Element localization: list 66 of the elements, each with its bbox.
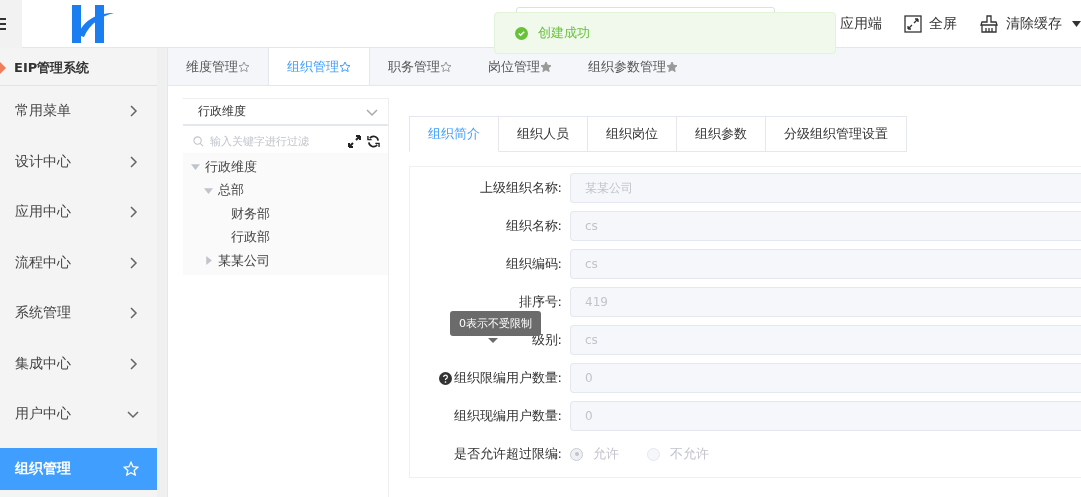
help-icon[interactable] — [438, 371, 452, 385]
tree-node[interactable]: 行政部 — [183, 225, 388, 249]
header-action[interactable]: 清除缓存 — [979, 14, 1062, 33]
radio-label: 不允许 — [670, 445, 709, 463]
search-icon — [193, 136, 204, 147]
expand-icon[interactable] — [348, 135, 361, 148]
chevron-right-icon — [127, 155, 139, 168]
detail-tab[interactable]: 组织岗位 — [588, 116, 677, 152]
radio-button[interactable] — [647, 447, 660, 461]
chevron-right-icon — [127, 307, 139, 320]
field-label: 排序号: — [518, 293, 562, 311]
menu-icon[interactable] — [0, 17, 6, 30]
broom-icon — [979, 14, 999, 33]
field-label: 上级组织名称: — [479, 179, 562, 197]
chevron-right-icon — [127, 357, 139, 370]
tree-node[interactable]: 行政维度 — [183, 155, 388, 179]
field-label: 是否允许超过限编: — [453, 445, 562, 463]
detail-tab[interactable]: 组织参数 — [677, 116, 766, 152]
sidebar-item[interactable]: 系统管理 — [0, 288, 157, 339]
star-icon — [238, 60, 250, 73]
tooltip-arrow — [488, 338, 498, 343]
radio-label: 允许 — [593, 445, 619, 463]
sidebar-item[interactable]: 设计中心 — [0, 136, 157, 187]
check-circle-icon — [515, 26, 528, 40]
caret-down-icon — [204, 185, 213, 195]
field-label: 组织名称: — [505, 217, 562, 235]
page-tab[interactable]: 岗位管理 — [470, 48, 570, 85]
chevron-down-icon — [127, 408, 139, 421]
detail-tab[interactable]: 分级组织管理设置 — [766, 116, 907, 152]
tooltip: 0表示不受限制 — [450, 311, 541, 336]
diamond-icon — [0, 61, 6, 74]
dimension-select[interactable]: 行政维度 — [183, 98, 388, 126]
chevron-right-icon — [127, 206, 139, 219]
star-icon — [540, 60, 552, 73]
caret-down-icon — [191, 162, 200, 172]
logo-icon — [70, 4, 116, 43]
page-tab[interactable]: 职务管理 — [370, 48, 470, 85]
page-tab[interactable]: 维度管理 — [168, 48, 268, 85]
tree-node[interactable]: 某某公司 — [183, 249, 388, 273]
caret-right-icon — [204, 256, 213, 266]
tree-node[interactable]: 财务部 — [183, 202, 388, 226]
sidebar-title: EIP管理系统 — [14, 58, 90, 77]
header-action[interactable]: 应用端 — [840, 14, 882, 33]
sidebar-item[interactable]: 用户中心 — [0, 389, 157, 440]
refresh-icon[interactable] — [367, 135, 380, 148]
star-icon — [666, 60, 678, 73]
field-label: 组织编码: — [505, 255, 562, 273]
page-tab[interactable]: 组织参数管理 — [570, 48, 696, 85]
chevron-right-icon — [127, 105, 139, 118]
star-icon — [339, 60, 351, 73]
field-label: 组织现编用户数量: — [453, 407, 562, 425]
star-icon — [440, 60, 452, 73]
header-action[interactable]: 全屏 — [904, 14, 957, 33]
radio-button[interactable] — [570, 447, 583, 461]
sidebar-item[interactable]: 流程中心 — [0, 237, 157, 288]
sidebar-item[interactable]: 常用菜单 — [0, 86, 157, 137]
field-label: 组织限编用户数量: — [453, 369, 562, 387]
chevron-right-icon — [127, 256, 139, 269]
detail-tab[interactable]: 组织人员 — [499, 116, 588, 152]
fullscreen-icon — [904, 14, 922, 33]
sidebar-item[interactable]: 应用中心 — [0, 187, 157, 238]
star-icon — [123, 460, 139, 477]
caret-down-icon[interactable] — [1072, 20, 1081, 27]
toast-message: 创建成功 — [538, 24, 590, 42]
sidebar-item[interactable]: 集成中心 — [0, 338, 157, 389]
tree-node[interactable]: 总部 — [183, 178, 388, 202]
